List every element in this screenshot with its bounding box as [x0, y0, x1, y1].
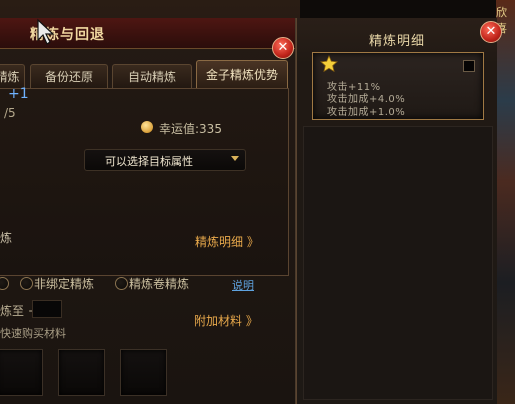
material-slot[interactable]	[58, 349, 105, 396]
radio-unbound-refine[interactable]	[20, 277, 33, 290]
cursor-icon	[37, 18, 55, 45]
refine-detail-panel: 精炼明细 ✕ 攻击+11% 攻击加成+4.0% 攻击加成+1.0%	[296, 18, 502, 404]
detail-checkbox[interactable]	[463, 60, 475, 72]
detail-line: 攻击加成+1.0%	[327, 107, 406, 118]
close-icon: ✕	[277, 40, 289, 55]
material-slot[interactable]	[120, 349, 167, 396]
refine-detail-link[interactable]: 精炼明细 》	[195, 233, 259, 250]
help-link[interactable]: 说明	[232, 277, 254, 293]
close-icon: ✕	[485, 24, 497, 39]
quick-buy-materials[interactable]: 快速购买材料	[0, 325, 66, 341]
refine-detail-entry: 攻击+11% 攻击加成+4.0% 攻击加成+1.0%	[312, 52, 484, 120]
smiley-icon	[141, 121, 153, 133]
star-icon	[320, 55, 338, 73]
detail-close-button[interactable]: ✕	[480, 21, 502, 43]
radio-scroll-refine[interactable]	[115, 277, 128, 290]
refine-target-input[interactable]	[32, 300, 62, 318]
radio-unbound-refine-label: 非绑定精炼	[34, 277, 95, 291]
target-attribute-select[interactable]: 可以选择目标属性	[84, 149, 246, 171]
radio-scroll-refine-label: 精炼卷精炼	[129, 277, 190, 291]
radio-bound-refine[interactable]	[0, 277, 9, 290]
luck-value: 幸运值:335	[159, 122, 222, 136]
side-label-fragment: 炼	[0, 231, 13, 245]
refine-close-button[interactable]: ✕	[272, 37, 294, 59]
refine-tabs: 精炼 备份还原 自动精炼 金子精炼优势	[0, 60, 295, 90]
chevron-down-icon	[231, 156, 239, 161]
detail-empty-area	[303, 126, 493, 400]
refine-count: /5	[4, 106, 16, 120]
enhance-level: +1	[8, 86, 29, 102]
detail-panel-title: 精炼明细	[368, 34, 425, 49]
material-slot[interactable]	[0, 349, 43, 396]
game-scene-strip: 欣喜	[496, 0, 515, 404]
refine-panel: 精炼与回退 ✕ 精炼 备份还原 自动精炼 金子精炼优势	[0, 18, 297, 404]
tab-gold-refine-advantage[interactable]: 金子精炼优势	[196, 60, 288, 89]
tab-backup-restore[interactable]: 备份还原	[30, 64, 108, 89]
target-attribute-label: 可以选择目标属性	[105, 155, 193, 168]
tab-auto-refine[interactable]: 自动精炼	[112, 64, 192, 89]
add-material-link[interactable]: 附加材料 》	[194, 312, 258, 329]
